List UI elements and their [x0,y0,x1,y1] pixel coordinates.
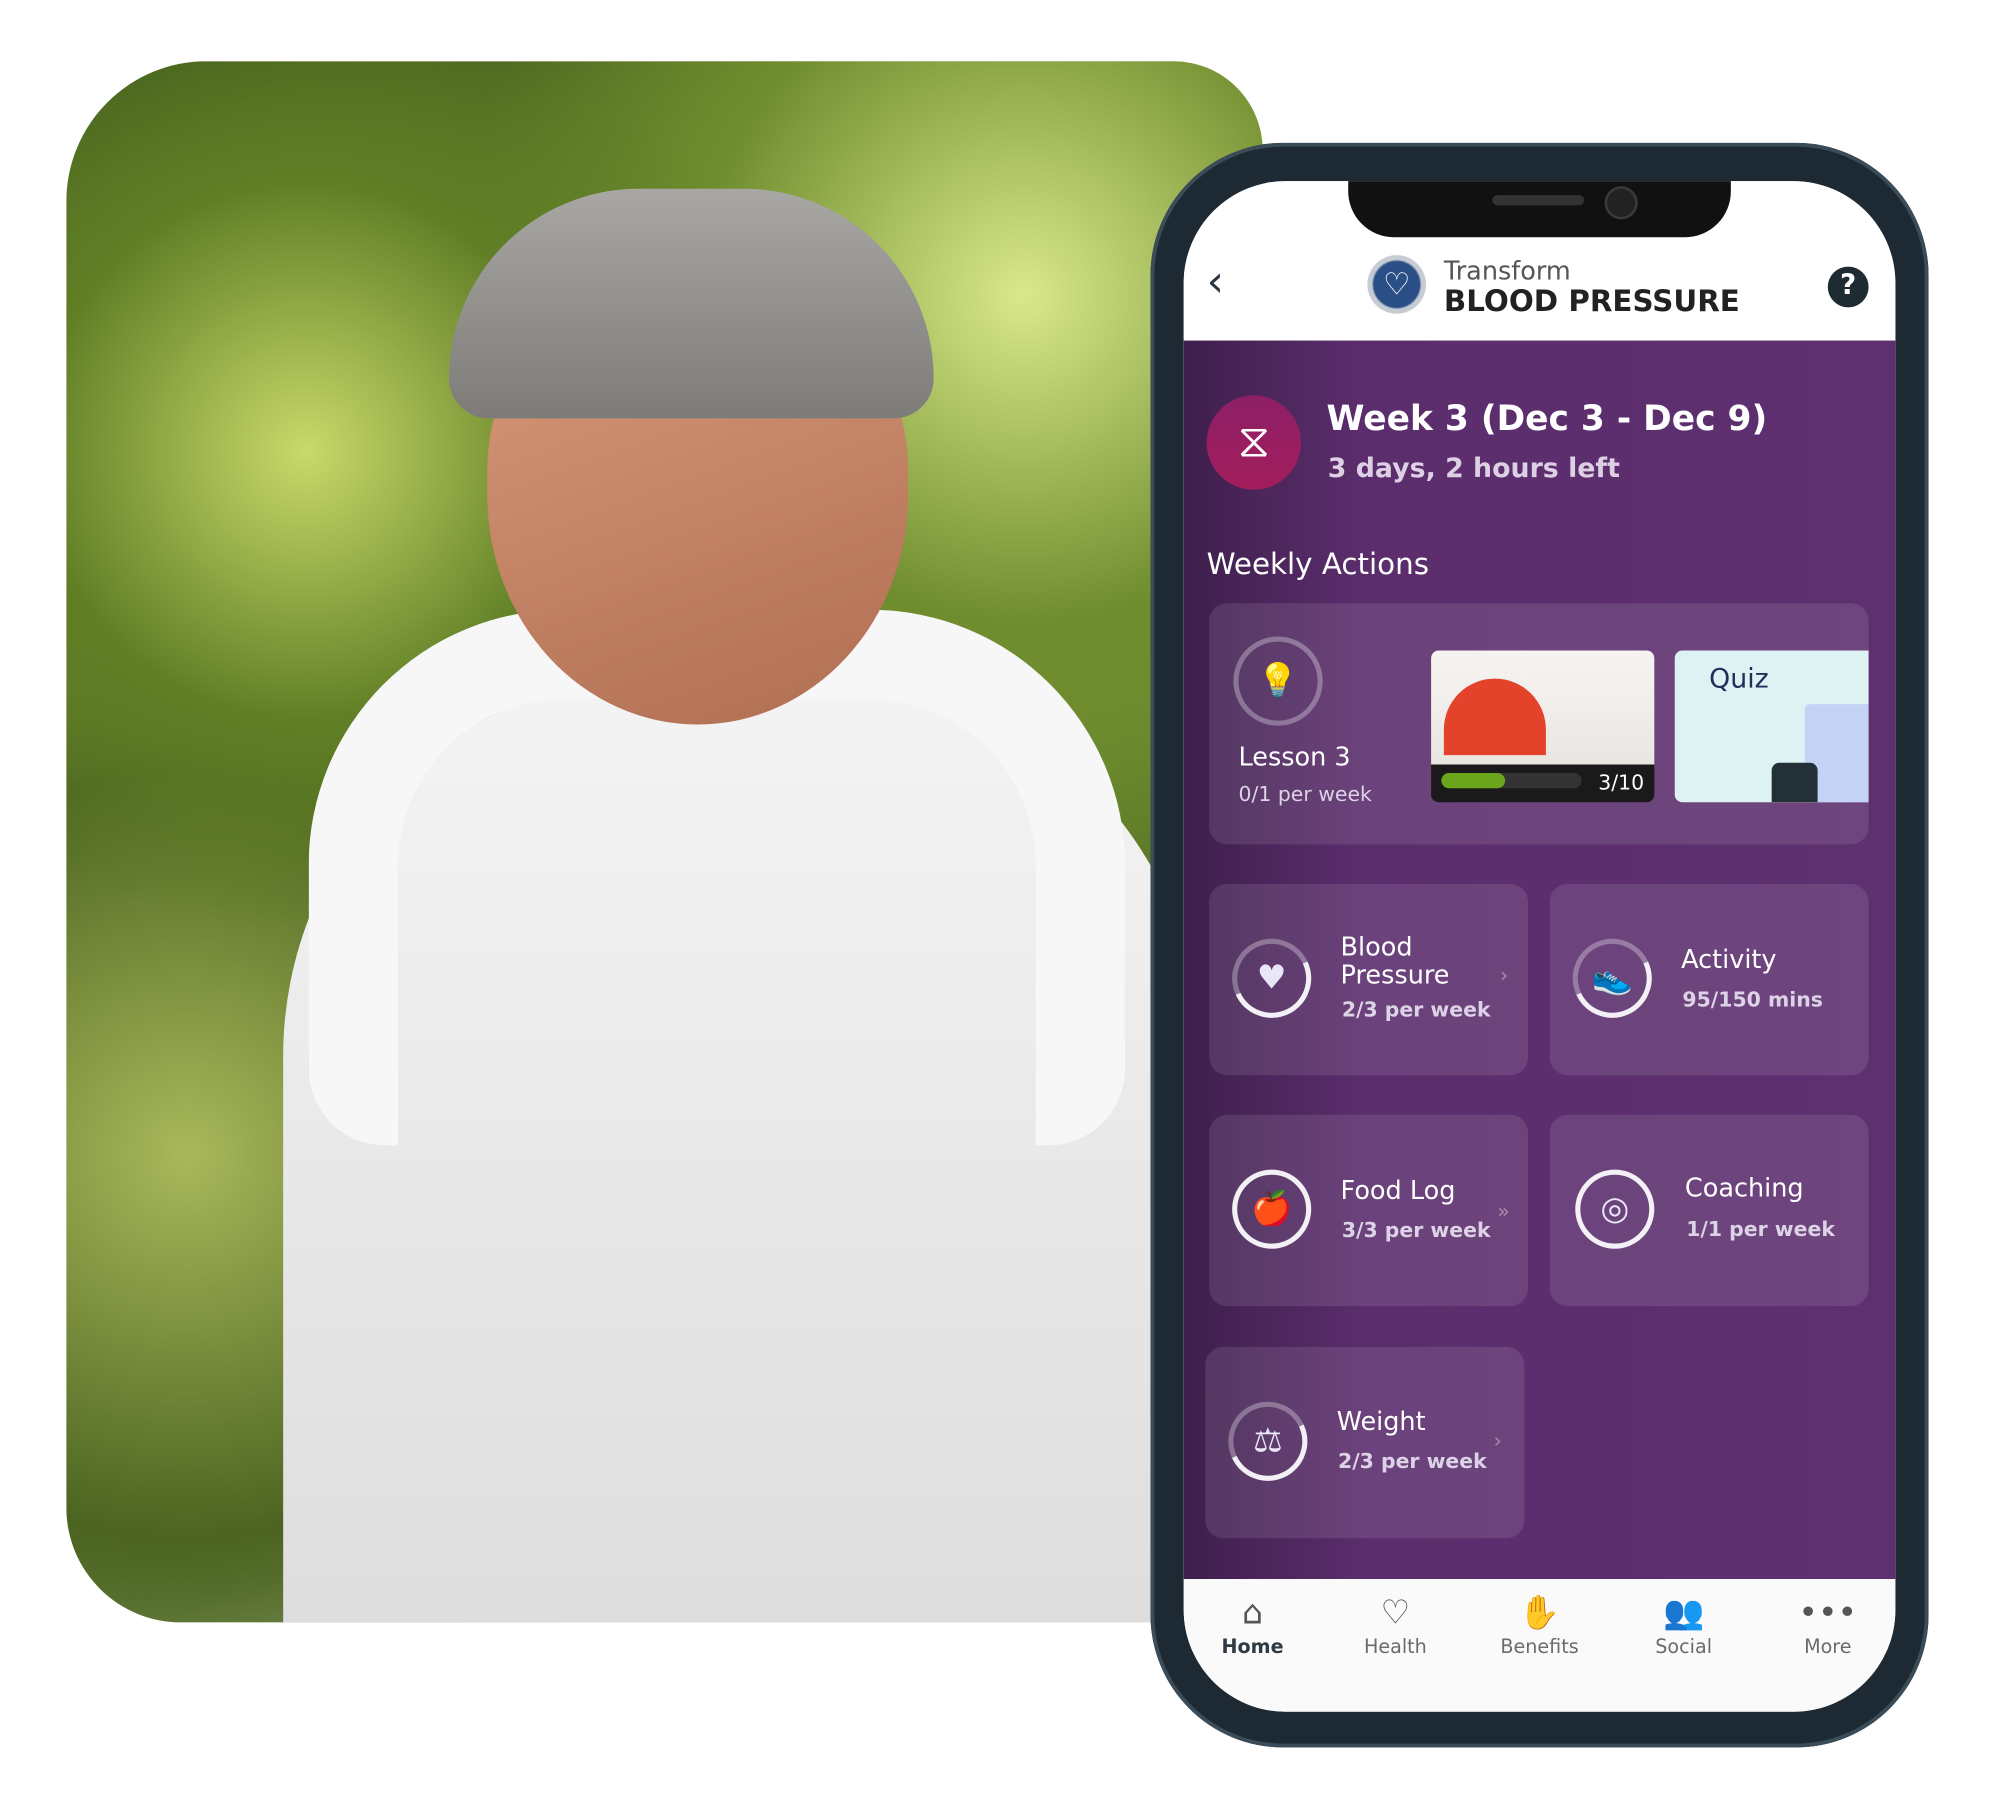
apple-icon: 🍎 [1251,1190,1293,1229]
scale-icon: ⚖ [1252,1422,1283,1461]
action-title: Weight [1336,1405,1426,1437]
action-title: Coaching [1684,1172,1804,1203]
nav-label: Home [1221,1635,1284,1659]
action-progress: 3/3 per week [1341,1218,1491,1243]
brand-line2: BLOOD PRESSURE [1443,285,1740,319]
page: ‹ ♡ Transform BLOOD PRESSURE ? ⧖ Week 3 … [0,0,2000,1811]
quiz-card[interactable]: Quiz [1674,650,1869,803]
shoe-icon: 👟 [1591,959,1633,998]
action-card-blood-pressure[interactable]: ♥ Blood Pressure 2/3 per week › [1209,883,1529,1076]
quiz-graphic-dark [1771,762,1818,803]
lightbulb-icon: 💡 [1257,661,1299,701]
nav-label: Benefits [1500,1635,1579,1659]
chevron-right-icon: › [1499,963,1509,988]
action-title: Blood Pressure [1340,931,1450,990]
hero-photo [66,61,1263,1623]
phone-speaker [1492,195,1585,206]
phone-screen: ‹ ♡ Transform BLOOD PRESSURE ? ⧖ Week 3 … [1183,181,1896,1712]
brand-logo-icon: ♡ [1367,255,1427,314]
action-progress: 2/3 per week [1341,997,1491,1022]
week-title: Week 3 (Dec 3 - Dec 9) [1326,399,1768,439]
double-chevron-right-icon: » [1497,1198,1510,1224]
quiz-label: Quiz [1709,663,1769,694]
lesson-progress: 0/1 per week [1238,781,1372,807]
action-progress: 1/1 per week [1686,1216,1835,1242]
brand-line1: Transform [1443,255,1571,286]
chevron-right-icon: › [1493,1428,1502,1453]
lesson-title: Lesson 3 [1238,741,1351,772]
action-progress: 2/3 per week [1337,1448,1487,1474]
lesson-card[interactable]: 💡 Lesson 3 0/1 per week 3/10 Quiz [1209,603,1869,845]
nav-social[interactable]: 👥 Social [1626,1592,1741,1658]
help-button[interactable]: ? [1827,266,1869,308]
bottom-nav: ⌂ Home ♡ Health ✋ Benefits 👥 Social ••• More [1183,1579,1896,1712]
section-title: Weekly Actions [1206,548,1429,582]
nav-label: Health [1363,1635,1427,1659]
phone-camera [1604,186,1638,220]
action-card-coaching[interactable]: ◎ Coaching 1/1 per week [1549,1114,1869,1307]
people-icon: 👥 [1663,1594,1705,1633]
action-card-activity[interactable]: 👟 Activity 95/150 mins [1549,883,1869,1076]
target-icon: ◎ [1600,1190,1630,1229]
hourglass-icon: ⧖ [1206,395,1302,490]
action-card-weight[interactable]: ⚖ Weight 2/3 per week › [1205,1346,1525,1539]
video-progress-track [1441,772,1582,789]
nav-label: More [1804,1635,1852,1659]
blood-pressure-icon: ♥ [1256,959,1287,998]
video-progress-fill [1441,772,1506,789]
home-icon: ⌂ [1241,1594,1264,1633]
benefits-icon: ✋ [1518,1594,1561,1633]
video-progress-label: 3/10 [1598,770,1645,795]
heart-icon: ♡ [1380,1594,1411,1633]
action-card-food-log[interactable]: 🍎 Food Log 3/3 per week » [1209,1114,1529,1307]
more-icon: ••• [1798,1594,1858,1633]
back-button[interactable]: ‹ [1207,260,1224,303]
action-progress: 95/150 mins [1682,987,1823,1012]
nav-label: Social [1655,1635,1713,1659]
phone-notch [1348,181,1731,238]
weekly-panel: ⧖ Week 3 (Dec 3 - Dec 9) 3 days, 2 hours… [1183,340,1896,1580]
nav-home[interactable]: ⌂ Home [1195,1592,1310,1658]
video-thumbnail[interactable]: 3/10 [1431,650,1655,803]
nav-health[interactable]: ♡ Health [1338,1592,1453,1658]
nav-more[interactable]: ••• More [1770,1592,1885,1658]
action-title: Activity [1681,943,1777,975]
photo-cap [448,188,934,419]
week-remaining: 3 days, 2 hours left [1327,452,1620,484]
video-figure [1443,678,1546,756]
nav-benefits[interactable]: ✋ Benefits [1482,1592,1597,1658]
action-title: Food Log [1340,1174,1456,1206]
